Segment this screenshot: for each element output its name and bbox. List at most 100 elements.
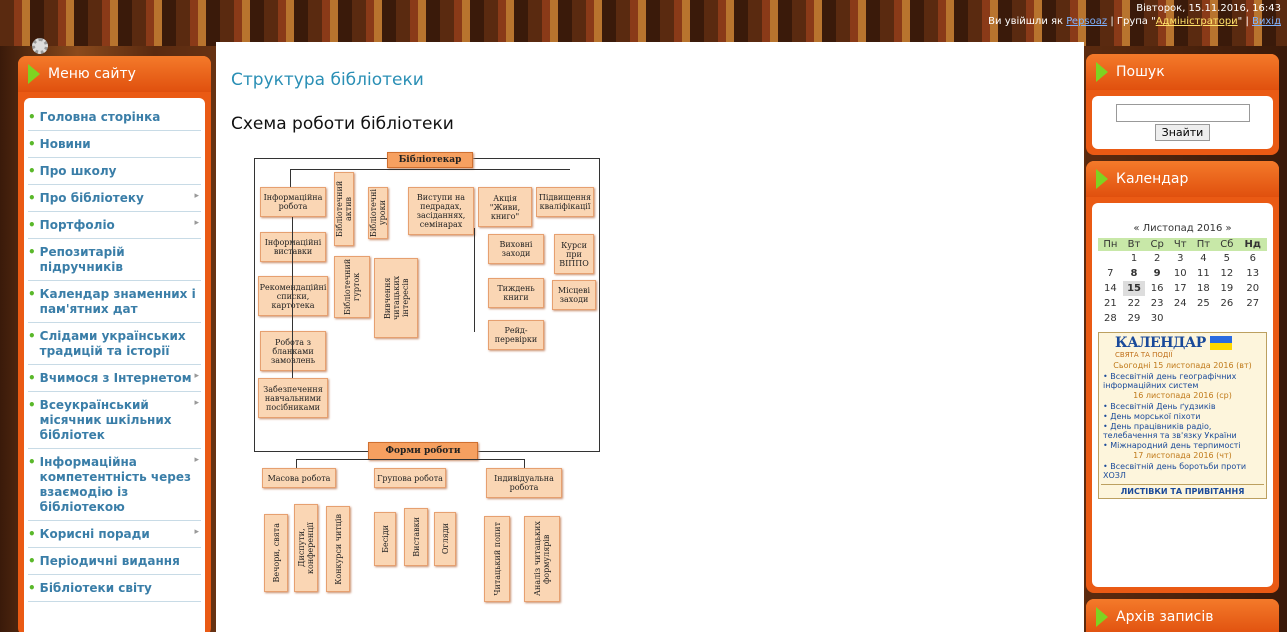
cards-link[interactable]: ЛИСТІВКИ ТА ПРИВІТАННЯ bbox=[1101, 484, 1264, 496]
user-link[interactable]: Pepsoaz bbox=[1066, 16, 1107, 27]
box-raid: Рейд-перевірки bbox=[488, 320, 544, 350]
submenu-arrow-icon: ▸ bbox=[194, 527, 199, 537]
menu-item[interactable]: • Новини bbox=[28, 131, 201, 158]
box-reader-poll: Читацький попит bbox=[484, 516, 510, 602]
menu-header: Меню сайту bbox=[18, 56, 211, 92]
calendar-day[interactable]: 26 bbox=[1215, 296, 1238, 311]
menu-item[interactable]: • Головна сторінка bbox=[28, 104, 201, 131]
calendar-day[interactable]: 21 bbox=[1098, 296, 1123, 311]
prev-month-link[interactable]: « bbox=[1133, 223, 1139, 234]
event-link[interactable]: • День морської піхоти bbox=[1101, 412, 1264, 421]
menu-item[interactable]: • Вчимося з Інтернетом ▸ bbox=[28, 365, 201, 392]
calendar-day[interactable]: 4 bbox=[1192, 251, 1216, 266]
exit-link[interactable]: Вихід bbox=[1252, 16, 1281, 27]
menu-item[interactable]: • Про школу bbox=[28, 158, 201, 185]
next-month-link[interactable]: » bbox=[1226, 223, 1232, 234]
calendar-day[interactable]: 24 bbox=[1169, 296, 1192, 311]
calendar-day[interactable]: 13 bbox=[1239, 266, 1267, 281]
box-individual: Індивідуальна робота bbox=[486, 468, 562, 498]
calendar-day[interactable]: 10 bbox=[1169, 266, 1192, 281]
calendar-day[interactable]: 14 bbox=[1098, 281, 1123, 296]
calendar-day[interactable]: 5 bbox=[1215, 251, 1238, 266]
calendar-day[interactable]: 17 bbox=[1169, 281, 1192, 296]
calendar-day[interactable]: 3 bbox=[1169, 251, 1192, 266]
diagram-title: Схема роботи бібліотеки bbox=[231, 114, 454, 134]
calendar-day[interactable]: 23 bbox=[1145, 296, 1169, 311]
box-local-events: Місцеві заходи bbox=[552, 280, 596, 310]
menu-item[interactable]: • Репозитарій підручників bbox=[28, 239, 201, 281]
calendar-day[interactable]: 22 bbox=[1123, 296, 1146, 311]
menu-item[interactable]: • Періодичні видання bbox=[28, 548, 201, 575]
calendar-day[interactable]: 7 bbox=[1098, 266, 1123, 281]
calendar-day[interactable]: 29 bbox=[1123, 311, 1146, 326]
box-qualification: Підвищення кваліфікації bbox=[536, 187, 594, 217]
bullet-icon: • bbox=[28, 245, 36, 259]
calendar-body: « Листопад 2016 » Пн Вт Ср Чт Пт Сб Нд 1234567… bbox=[1092, 203, 1273, 587]
group-prefix: | Група " bbox=[1110, 16, 1156, 27]
calendar-day[interactable]: 19 bbox=[1215, 281, 1238, 296]
calendar-day[interactable]: 16 bbox=[1145, 281, 1169, 296]
menu-item-label: Новини bbox=[39, 137, 91, 151]
bullet-icon: • bbox=[28, 287, 36, 301]
event-link[interactable]: • День працівників радіо, телебачення та… bbox=[1101, 422, 1264, 440]
connector bbox=[430, 169, 570, 170]
weekday-header: Сб bbox=[1215, 238, 1239, 251]
arrow-icon bbox=[28, 64, 40, 84]
box-group: Групова робота bbox=[374, 468, 446, 488]
page-title: Структура бібліотеки bbox=[231, 70, 424, 90]
menu-item[interactable]: • Всеукраїнський місячник шкільних бібліо… bbox=[28, 392, 201, 449]
menu-item[interactable]: • Слідами українських традицій та історії bbox=[28, 323, 201, 365]
calendar-day bbox=[1169, 311, 1192, 326]
menu-item[interactable]: • Про бібліотеку ▸ bbox=[28, 185, 201, 212]
menu-title: Меню сайту bbox=[48, 66, 136, 82]
events-calendar-widget: КАЛЕНДАР СВЯТА ТА ПОДІЇ Сьогодні 15 лист… bbox=[1098, 332, 1267, 499]
box-edu-events: Виховні заходи bbox=[488, 234, 544, 264]
menu-item-label: Портфоліо bbox=[39, 218, 115, 232]
group-link[interactable]: Адміністратори bbox=[1156, 16, 1238, 27]
weekday-header: Пн bbox=[1098, 238, 1123, 251]
box-recommend: Рекомендаційні списки, картотека bbox=[258, 276, 328, 316]
menu-item-label: Корисні поради bbox=[39, 527, 150, 541]
event-link[interactable]: • Всесвітній день боротьби проти ХОЗЛ bbox=[1101, 462, 1264, 480]
connector bbox=[292, 217, 293, 378]
menu-item[interactable]: • Календар знаменних і пам'ятних дат bbox=[28, 281, 201, 323]
widget-title: КАЛЕНДАР bbox=[1101, 335, 1264, 351]
submenu-arrow-icon: ▸ bbox=[194, 191, 199, 201]
calendar-day[interactable]: 8 bbox=[1123, 266, 1146, 281]
menu-item[interactable]: • Інформаційна компетентність через взаєм… bbox=[28, 449, 201, 521]
calendar-day[interactable]: 6 bbox=[1239, 251, 1267, 266]
calendar-day[interactable]: 25 bbox=[1192, 296, 1216, 311]
calendar-day[interactable]: 27 bbox=[1239, 296, 1267, 311]
menu-item[interactable]: • Бібліотеки світу bbox=[28, 575, 201, 602]
calendar-day[interactable]: 20 bbox=[1239, 281, 1267, 296]
submenu-arrow-icon: ▸ bbox=[194, 371, 199, 381]
arrow-icon bbox=[1096, 607, 1108, 627]
search-input[interactable] bbox=[1115, 104, 1250, 122]
bullet-icon: • bbox=[28, 371, 36, 385]
event-link[interactable]: • Міжнародний день терпимості bbox=[1101, 441, 1264, 450]
calendar-day[interactable]: 11 bbox=[1192, 266, 1216, 281]
calendar-day[interactable]: 28 bbox=[1098, 311, 1123, 326]
box-root: Бібліотекар bbox=[387, 152, 473, 168]
date-heading: 17 листопада 2016 (чт) bbox=[1133, 451, 1232, 460]
menu-item-label: Слідами українських традицій та історії bbox=[39, 329, 186, 358]
calendar-day[interactable]: 30 bbox=[1145, 311, 1169, 326]
menu-item[interactable]: • Корисні поради ▸ bbox=[28, 521, 201, 548]
bullet-icon: • bbox=[28, 455, 36, 469]
event-link[interactable]: • Всесвітній День ґудзиків bbox=[1101, 402, 1264, 411]
event-link[interactable]: • Всесвітній день географічних інформаці… bbox=[1101, 372, 1264, 390]
search-button[interactable]: Знайти bbox=[1154, 124, 1211, 141]
menu-item[interactable]: • Портфоліо ▸ bbox=[28, 212, 201, 239]
calendar-day[interactable]: 1 bbox=[1123, 251, 1146, 266]
calendar-block: Календар « Листопад 2016 » Пн Вт Ср Чт Пт Сб Н… bbox=[1086, 161, 1279, 593]
gear-icon[interactable] bbox=[32, 38, 48, 54]
calendar-day[interactable]: 9 bbox=[1145, 266, 1169, 281]
box-contests: Конкурси читців bbox=[326, 506, 350, 592]
calendar-day[interactable]: 18 bbox=[1192, 281, 1216, 296]
calendar-day[interactable]: 2 bbox=[1145, 251, 1169, 266]
calendar-day[interactable]: 15 bbox=[1122, 281, 1146, 296]
box-circle: Бібліотечний гурток bbox=[334, 256, 370, 318]
connector bbox=[474, 228, 475, 332]
calendar-day[interactable]: 12 bbox=[1215, 266, 1238, 281]
menu-item-label: Про бібліотеку bbox=[39, 191, 144, 205]
